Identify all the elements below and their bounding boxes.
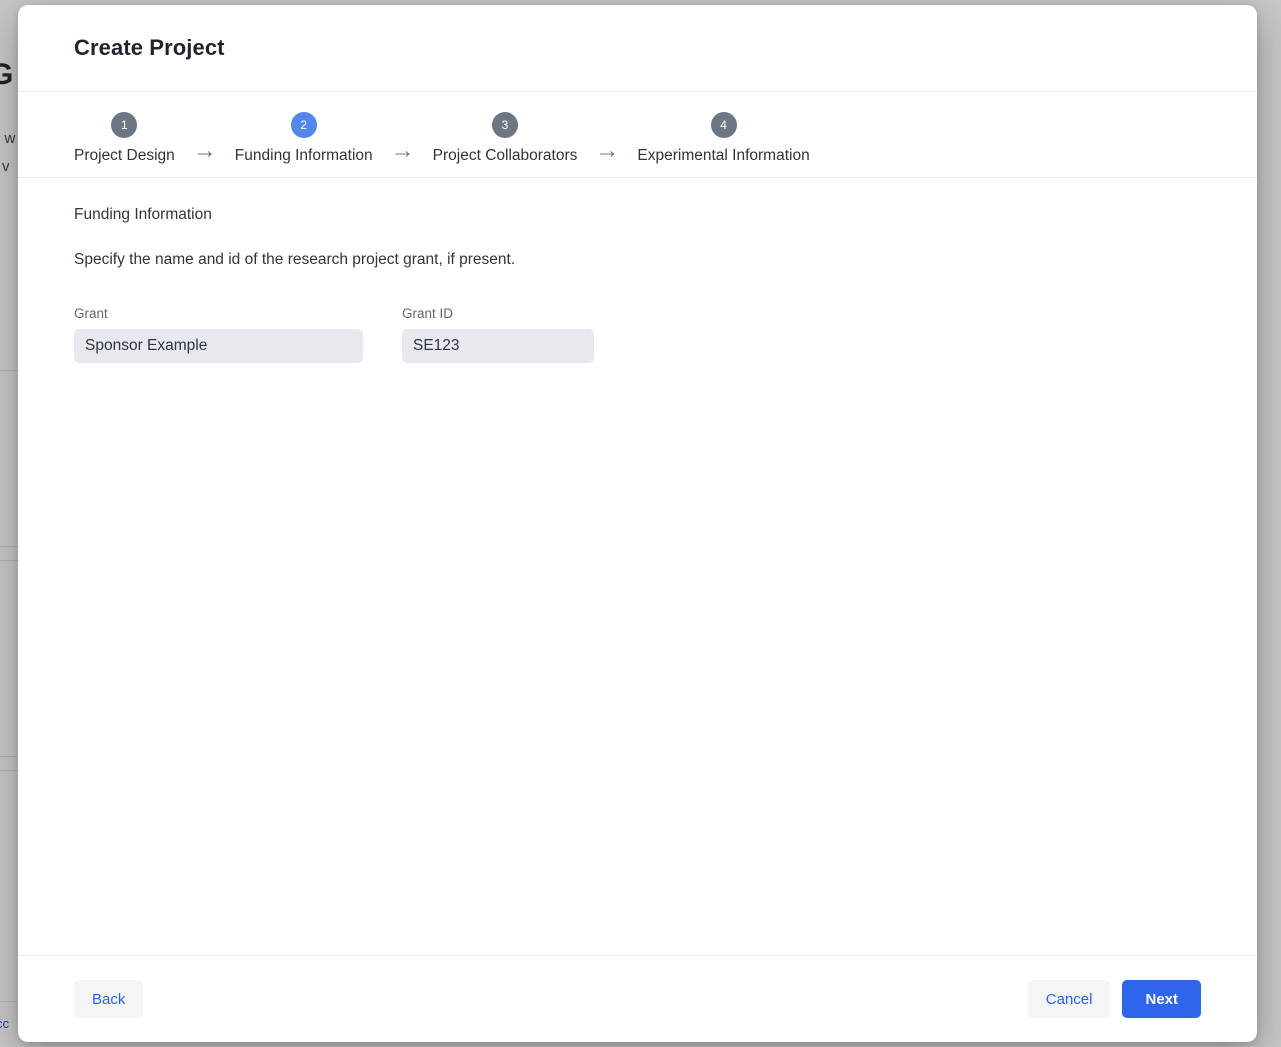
dialog-footer: Back Cancel Next <box>18 955 1257 1042</box>
step-number-badge: 3 <box>492 112 518 138</box>
dialog-body: Funding Information Specify the name and… <box>18 178 1257 955</box>
grant-id-input[interactable] <box>402 329 594 363</box>
stepper-step-project-design[interactable]: 1 Project Design <box>74 112 175 165</box>
section-description: Specify the name and id of the research … <box>74 251 1201 269</box>
stepper-step-funding-information[interactable]: 2 Funding Information <box>235 112 373 165</box>
dialog-title: Create Project <box>74 35 225 61</box>
step-label: Funding Information <box>235 147 373 165</box>
arrow-right-icon: → <box>595 139 619 163</box>
arrow-right-icon: → <box>391 139 415 163</box>
step-label: Project Design <box>74 147 175 165</box>
wizard-stepper: 1 Project Design → 2 Funding Information… <box>18 92 1257 178</box>
step-number-badge: 4 <box>711 112 737 138</box>
next-button[interactable]: Next <box>1122 980 1201 1018</box>
grant-field-group: Grant <box>74 306 363 363</box>
form-fields-row: Grant Grant ID <box>74 306 1201 363</box>
dialog-header: Create Project <box>18 5 1257 92</box>
step-label: Project Collaborators <box>433 147 578 165</box>
create-project-dialog: Create Project 1 Project Design → 2 Fund… <box>18 5 1257 1042</box>
cancel-button[interactable]: Cancel <box>1028 980 1111 1018</box>
step-number-badge: 1 <box>111 112 137 138</box>
grant-id-label: Grant ID <box>402 306 594 321</box>
stepper-step-project-collaborators[interactable]: 3 Project Collaborators <box>433 112 578 165</box>
stepper-step-experimental-information[interactable]: 4 Experimental Information <box>637 112 809 165</box>
step-number-badge: 2 <box>291 112 317 138</box>
step-label: Experimental Information <box>637 147 809 165</box>
grant-label: Grant <box>74 306 363 321</box>
grant-id-field-group: Grant ID <box>402 306 594 363</box>
back-button[interactable]: Back <box>74 980 143 1018</box>
arrow-right-icon: → <box>193 139 217 163</box>
grant-input[interactable] <box>74 329 363 363</box>
section-title: Funding Information <box>74 206 1201 224</box>
